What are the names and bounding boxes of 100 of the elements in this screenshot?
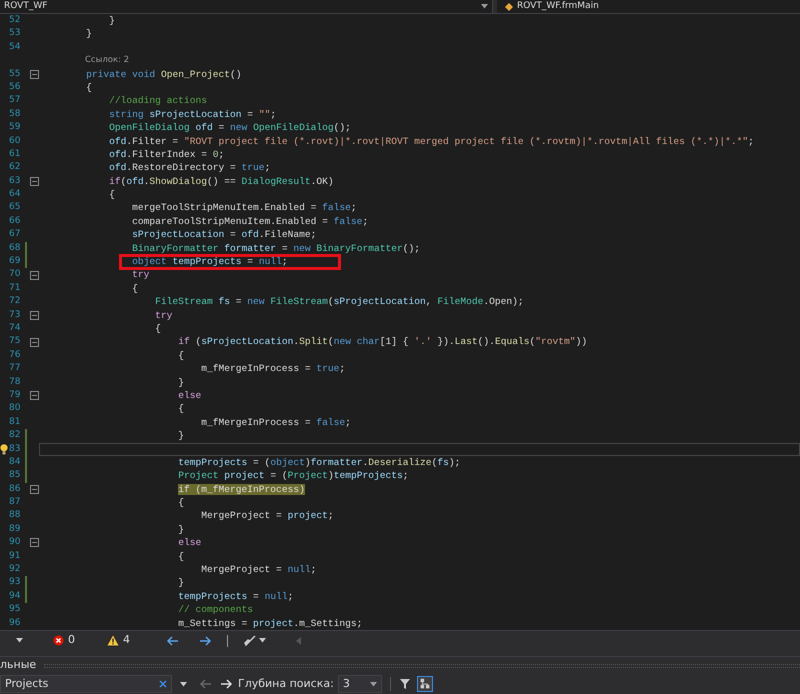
code-line: }	[177, 522, 185, 536]
line-number: 63	[9, 174, 20, 188]
code-line: }	[177, 429, 185, 442]
error-count[interactable]: 0	[68, 632, 75, 649]
code-line: MergeProject = project;	[200, 509, 335, 523]
collapse-icon[interactable]	[30, 270, 39, 280]
line-number: 90	[9, 536, 20, 550]
member-dropdown[interactable]: ROVT_WF.frmMain	[497, 0, 800, 13]
filter-icon[interactable]	[398, 678, 411, 690]
caret-icon[interactable]	[481, 4, 488, 9]
line-number: 92	[9, 563, 20, 576]
line-number: 82	[9, 429, 20, 442]
code-line: ofd.FilterIndex = 0;	[108, 148, 226, 162]
line-number: 83	[9, 442, 20, 456]
line-number: 81	[9, 416, 20, 429]
warning-count[interactable]: 4	[123, 632, 130, 649]
line-number: 86	[9, 482, 20, 496]
code-line: private void Open_Project()	[85, 68, 243, 81]
code-line: m_fMergeInProcess = true;	[200, 362, 346, 376]
collapse-icon[interactable]	[30, 484, 39, 494]
code-line: try	[154, 308, 174, 322]
line-number: 95	[9, 603, 20, 616]
code-line: ofd.Filter = "ROVT project file (*.rovt)|*.rovt|ROVT merged project file (*.rovtm)|*.rovtm|All files (*.*)|*.*";	[108, 134, 755, 148]
collapse-icon[interactable]	[30, 391, 39, 400]
line-number: 87	[9, 496, 20, 510]
line-number: 84	[9, 456, 20, 469]
brush-icon[interactable]	[244, 634, 256, 646]
line-number: 68	[9, 242, 20, 255]
line-number: 76	[9, 348, 20, 362]
line-number: 55	[9, 68, 20, 81]
line-number: 61	[9, 148, 20, 161]
code-line: else	[177, 536, 202, 550]
line-number: 57	[9, 94, 20, 108]
project-dropdown[interactable]: ROVT_WF	[0, 0, 493, 13]
hierarchy-icon[interactable]	[416, 676, 433, 692]
line-number: 52	[9, 14, 20, 27]
code-line: Project project = (Project)tempProjects;	[177, 469, 410, 483]
code-line: {	[177, 402, 185, 416]
code-line: sProjectLocation = ofd.FileName;	[131, 228, 318, 242]
code-line: }	[108, 14, 116, 28]
back-arrow-icon[interactable]	[199, 679, 212, 689]
code-line: }	[177, 576, 185, 590]
warning-icon	[107, 635, 119, 646]
line-number: 75	[9, 335, 20, 348]
line-number: 96	[9, 616, 20, 630]
line-number: 72	[9, 295, 20, 308]
line-number: 56	[9, 80, 20, 94]
code-line: mergeToolStripMenuItem.Enabled = false;	[131, 201, 358, 215]
collapse-icon[interactable]	[30, 310, 39, 320]
line-number: 71	[9, 282, 20, 295]
line-number: 85	[9, 469, 20, 482]
line-number: 70	[9, 268, 20, 282]
panel-title: льные	[0, 657, 36, 674]
code-line: if(ofd.ShowDialog() == DialogResult.OK)	[108, 174, 335, 188]
error-icon	[53, 635, 64, 646]
line-number: 80	[9, 402, 20, 416]
line-number: 58	[9, 108, 20, 121]
back-arrow-icon[interactable]	[166, 636, 179, 646]
code-line: {	[131, 282, 139, 296]
code-line: if (sProjectLocation.Split(new char[1] { '.' }).Last().Equals("rovtm"))	[177, 335, 588, 349]
collapse-icon[interactable]	[30, 176, 39, 186]
caret-icon[interactable]	[180, 682, 187, 686]
caret-icon[interactable]	[16, 638, 23, 643]
line-number: 67	[9, 228, 20, 242]
code-line: }	[177, 376, 185, 389]
line-number: 59	[9, 121, 20, 134]
line-number: 53	[9, 27, 20, 40]
caret-icon[interactable]	[259, 638, 266, 643]
code-line: else	[177, 388, 202, 402]
line-number: 73	[9, 308, 20, 322]
code-line: }	[85, 27, 93, 41]
code-line: {	[108, 188, 116, 202]
depth-label: Глубина поиска:	[238, 676, 334, 692]
depth-dropdown[interactable]: 3	[338, 675, 382, 693]
caret-icon[interactable]	[370, 682, 377, 686]
line-number: 62	[9, 161, 20, 174]
collapse-icon[interactable]	[30, 538, 39, 548]
line-number: 93	[9, 576, 20, 590]
codelens-text[interactable]: Ссылок: 2	[85, 54, 130, 68]
close-icon[interactable]	[159, 680, 167, 688]
code-line: {	[154, 322, 162, 336]
line-number: 91	[9, 550, 20, 563]
code-line: {	[177, 550, 185, 564]
code-line: try	[131, 268, 150, 282]
code-line: string sProjectLocation = "";	[108, 108, 278, 122]
collapse-icon[interactable]	[30, 338, 39, 347]
forward-arrow-icon[interactable]	[199, 636, 212, 646]
search-field[interactable]: Projects	[0, 675, 172, 693]
code-line: m_Settings = project.m_Settings;	[177, 616, 364, 630]
lightbulb-icon[interactable]	[0, 444, 8, 454]
line-number: 94	[9, 590, 20, 603]
line-number: 66	[9, 214, 20, 228]
line-number: 88	[9, 509, 20, 522]
line-number: 54	[9, 40, 20, 54]
code-line: tempProjects = null;	[177, 590, 294, 604]
code-line: tempProjects = (object)formatter.Deserialize(fs);	[177, 456, 462, 470]
line-number: 60	[9, 134, 20, 148]
line-number: 74	[9, 322, 20, 335]
line-number: 77	[9, 362, 20, 376]
collapse-icon[interactable]	[30, 70, 39, 79]
